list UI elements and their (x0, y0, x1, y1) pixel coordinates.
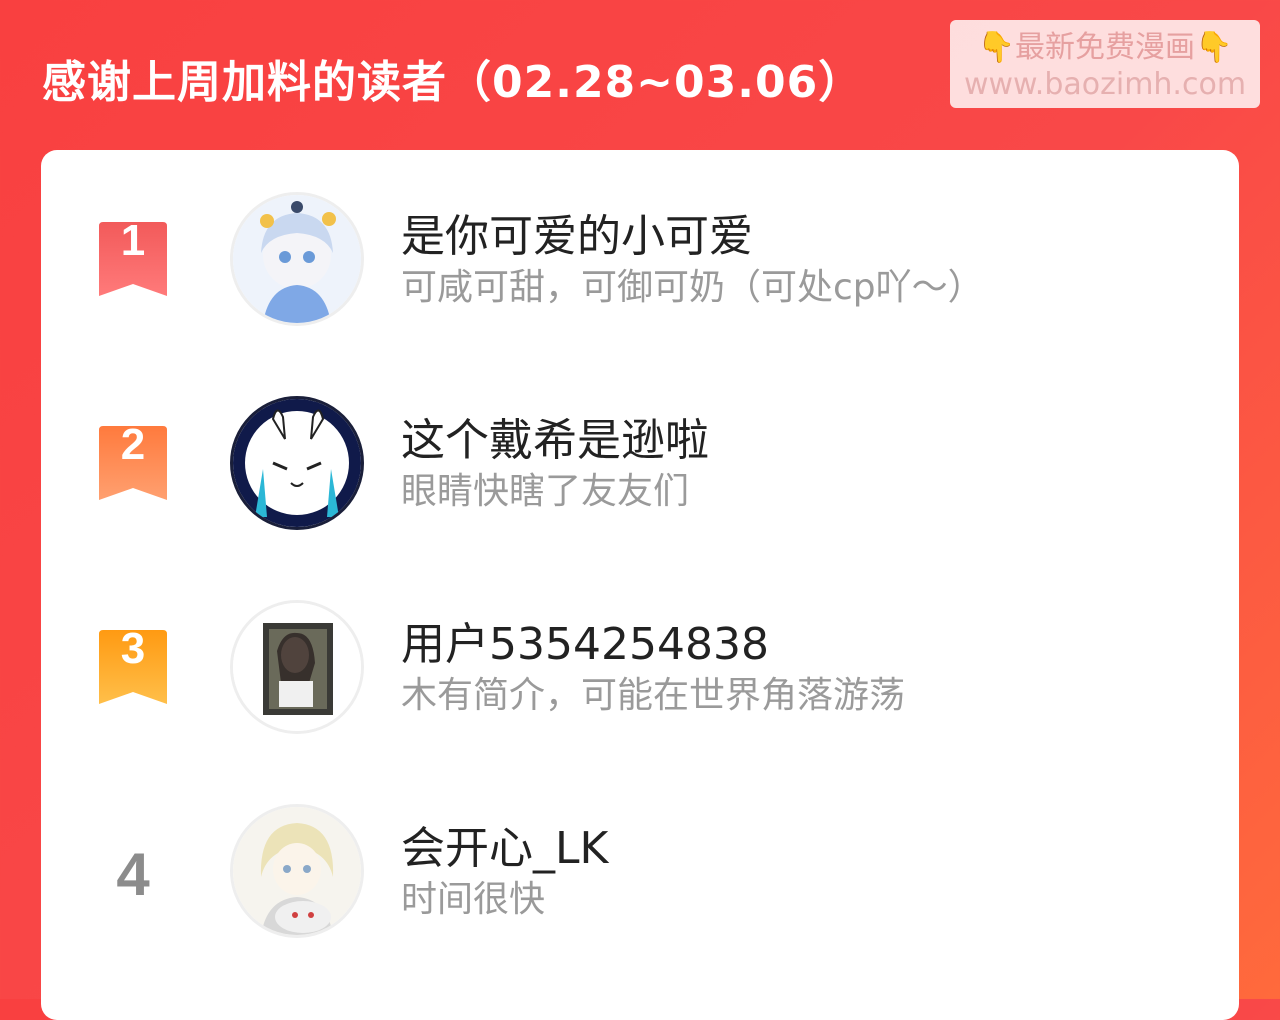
reader-bio: 木有简介，可能在世界角落游荡 (401, 675, 906, 716)
rank-number: 2 (120, 420, 146, 469)
rank-badge: 1 (99, 216, 167, 296)
reader-name[interactable]: 会开心_LK (401, 812, 608, 876)
rank-badge: 3 (99, 624, 167, 704)
watermark-text: 最新免费漫画 (1015, 30, 1195, 65)
list-item[interactable]: 1 是你可爱的小可爱 可咸可甜，可御可奶（可处cp吖～） (41, 192, 1239, 332)
watermark-line1: 👇最新免费漫画👇 (950, 30, 1260, 66)
pointing-down-icon: 👇 (977, 30, 1015, 65)
watermark: 👇最新免费漫画👇 www.baozimh.com (950, 20, 1260, 108)
list-item[interactable]: 4 会开心_LK 时间很快 (41, 804, 1239, 944)
rank-number: 3 (120, 624, 146, 673)
rank-badge: 2 (99, 420, 167, 500)
reader-bio: 可咸可甜，可御可奶（可处cp吖～） (401, 267, 984, 308)
watermark-url: www.baozimh.com (963, 67, 1247, 102)
rank-number: 1 (120, 216, 146, 265)
avatar[interactable] (230, 600, 364, 734)
pointing-down-icon: 👇 (1195, 30, 1233, 65)
rank-number: 4 (116, 841, 150, 908)
avatar[interactable] (230, 192, 364, 326)
reader-name[interactable]: 用户5354254838 (401, 608, 769, 672)
avatar[interactable] (230, 804, 364, 938)
avatar[interactable] (230, 396, 364, 530)
reader-name[interactable]: 这个戴希是逊啦 (401, 404, 709, 468)
list-item[interactable]: 2 这个戴希是逊啦 眼睛快瞎了友友们 (41, 396, 1239, 536)
reader-bio: 时间很快 (401, 879, 546, 920)
reader-list-card: 1 是你可爱的小可爱 可咸可甜，可御可奶（可处cp吖～） 2 这个戴希是逊啦 眼… (41, 150, 1239, 1020)
reader-bio: 眼睛快瞎了友友们 (401, 471, 690, 512)
reader-name[interactable]: 是你可爱的小可爱 (401, 200, 753, 264)
list-item[interactable]: 3 用户5354254838 木有简介，可能在世界角落游荡 (41, 600, 1239, 740)
page-title: 感谢上周加料的读者（02.28~03.06） (42, 57, 864, 108)
